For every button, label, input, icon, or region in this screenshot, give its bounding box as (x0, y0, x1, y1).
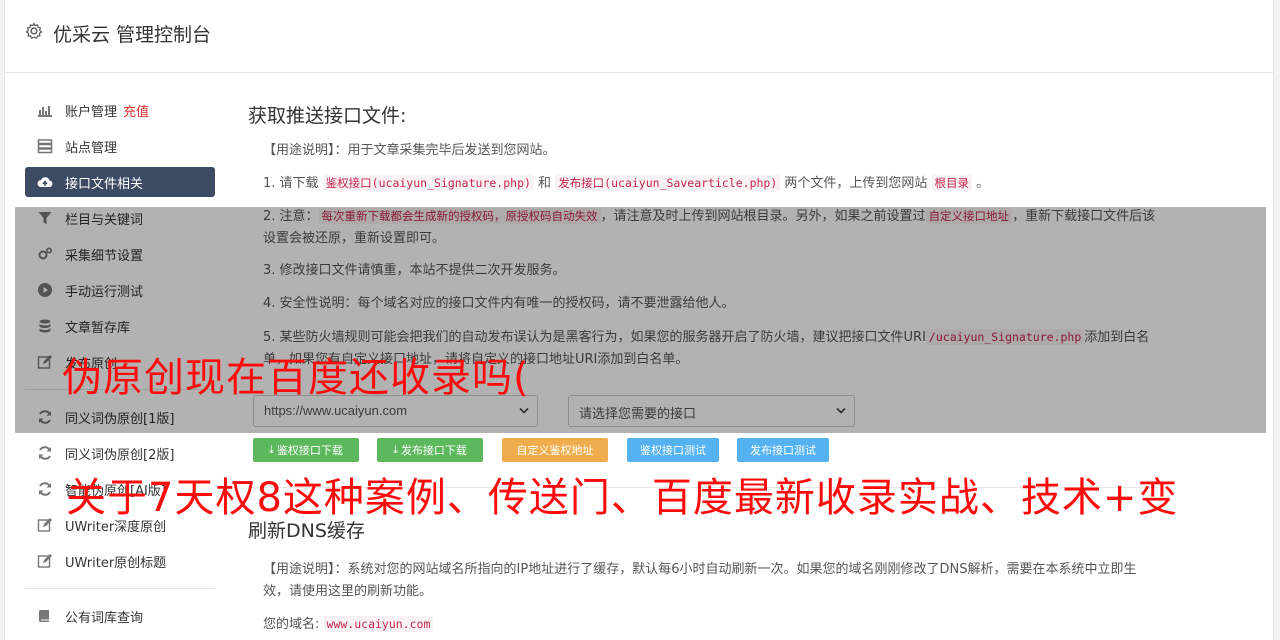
domain-value: www.ucaiyun.com (323, 616, 434, 632)
button-label: 鉴权接口下载 (276, 445, 343, 457)
sidebar-item-label: 站点管理 (65, 140, 118, 156)
overlay-headline: 伪原创现在百度还收录吗( (62, 355, 530, 401)
domain-label: 您的域名: (263, 617, 320, 632)
sidebar-item-api-files[interactable]: 接口文件相关 (25, 167, 215, 197)
usage-note: 【用途说明】：用于文章采集完毕后发送到您网站。 (248, 140, 1158, 162)
step-text: 和 (533, 176, 556, 191)
refresh-icon (39, 446, 51, 460)
book-icon (38, 610, 49, 622)
app-title: 优采云 管理控制台 (53, 24, 212, 46)
download-icon: ⤓ (393, 443, 398, 456)
download-signature-button[interactable]: ⤓ 鉴权接口下载 (253, 438, 359, 462)
step-text: 两个文件，上传到您网站 (780, 176, 932, 191)
top-header: 优采云 管理控制台 (5, 0, 1273, 73)
download-icon: ⤓ (269, 443, 274, 456)
test-signature-button[interactable]: 鉴权接口测试 (627, 438, 719, 462)
button-label: 发布接口测试 (750, 445, 816, 457)
savearticle-file-code: 发布接口(ucaiyun_Savearticle.php) (555, 175, 781, 191)
step-text: 。 (972, 176, 990, 191)
edit-icon (37, 554, 52, 568)
cloud-upload-icon (37, 177, 53, 188)
sidebar-item-account[interactable]: 账户管理 充值 (25, 95, 215, 125)
sidebar-item-label: UWriter原创标题 (65, 555, 167, 571)
signature-file-code: 鉴权接口(ucaiyun_Signature.php) (322, 175, 534, 191)
sidebar-item-sites[interactable]: 站点管理 (25, 131, 215, 161)
download-publish-button[interactable]: ⤓ 发布接口下载 (377, 438, 483, 462)
step-1: 1. 请下载 鉴权接口(ucaiyun_Signature.php) 和 发布接… (248, 172, 1158, 195)
sidebar-divider (25, 588, 215, 589)
custom-signature-button[interactable]: 自定义鉴权地址 (502, 438, 608, 462)
sidebar-item-public-thesaurus[interactable]: 公有词库查询 (25, 601, 215, 631)
step-text: 1. 请下载 (263, 176, 323, 191)
button-label: 自定义鉴权地址 (516, 445, 594, 457)
domain-line: 您的域名: www.ucaiyun.com (248, 613, 1158, 636)
test-publish-button[interactable]: 发布接口测试 (737, 438, 829, 462)
overlay-subline: 关于7天权8这种案例、传送门、百度最新收录实战、技术+变 (66, 475, 1179, 521)
button-label: 鉴权接口测试 (640, 445, 706, 457)
sidebar-item-label: 接口文件相关 (65, 176, 144, 192)
root-dir-code: 根目录 (931, 175, 973, 191)
usage-text: ：用于文章采集完毕后发送到您网站。 (334, 143, 556, 158)
section-title-api-files: 获取推送接口文件: (248, 105, 407, 127)
sidebar-item-label: 同义词伪原创[2版] (65, 447, 175, 463)
server-icon (37, 139, 53, 154)
sidebar-item-uwriter-title[interactable]: UWriter原创标题 (25, 546, 215, 576)
refresh-icon (39, 482, 51, 496)
usage-text: ：系统对您的网站域名所指向的IP地址进行了缓存，默认每6小时自动刷新一次。如果您… (263, 562, 1137, 599)
sidebar-item-label: 公有词库查询 (65, 610, 144, 626)
gear-icon (25, 22, 43, 39)
button-label: 发布接口下载 (400, 445, 467, 457)
dns-section: 刷新DNS缓存 【用途说明】：系统对您的网站域名所指向的IP地址进行了缓存，默认… (248, 515, 1158, 636)
dns-usage-note: 【用途说明】：系统对您的网站域名所指向的IP地址进行了缓存，默认每6小时自动刷新… (248, 559, 1158, 603)
recharge-link[interactable]: 充值 (123, 101, 149, 120)
bar-chart-icon (38, 106, 52, 117)
usage-label: 【用途说明】 (263, 562, 335, 577)
usage-label: 【用途说明】 (263, 143, 335, 158)
sidebar-item-label: 账户管理 (65, 104, 118, 120)
sidebar-item-synonym-v2[interactable]: 同义词伪原创[2版] (25, 438, 215, 468)
edit-icon (37, 518, 52, 532)
